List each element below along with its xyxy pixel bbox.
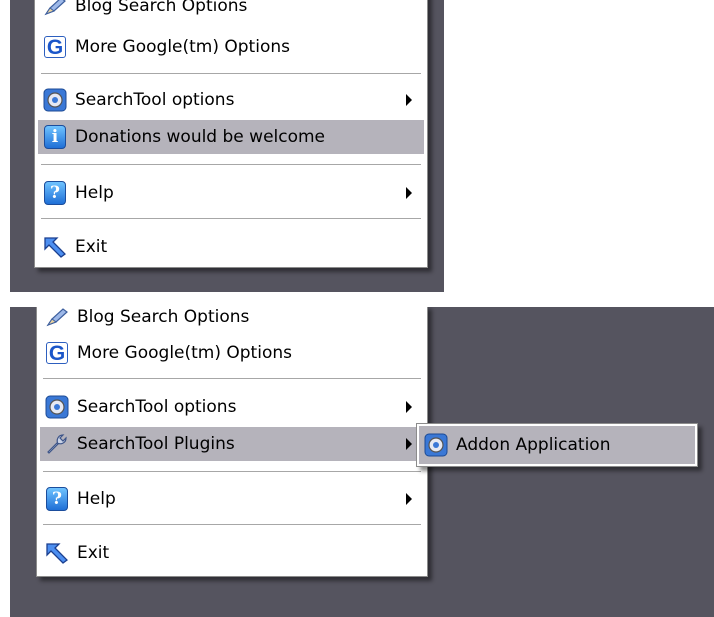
submenu-arrow-icon (406, 401, 412, 413)
exit-arrow-icon (42, 234, 68, 260)
menu-item-blog-search-options[interactable]: Blog Search Options (38, 0, 424, 23)
menu-item-label: SearchTool options (77, 396, 237, 417)
menu-item-searchtool-options[interactable]: SearchTool options (38, 83, 424, 117)
menu-item-searchtool-options[interactable]: SearchTool options (40, 390, 424, 424)
menu-separator (43, 378, 421, 380)
google-icon: G (42, 34, 68, 60)
google-glyph: G (44, 36, 66, 58)
menu-item-label: Addon Application (456, 434, 611, 455)
help-glyph: ? (44, 181, 66, 205)
help-icon: ? (44, 486, 70, 512)
menu-separator (43, 471, 421, 473)
menu-separator (43, 524, 421, 526)
exit-arrow-icon (44, 540, 70, 566)
menu-item-donations[interactable]: i Donations would be welcome (38, 120, 424, 154)
menu-separator (41, 73, 421, 75)
menu-item-help[interactable]: ? Help (40, 482, 424, 516)
gear-icon (42, 87, 68, 113)
google-glyph: G (46, 342, 68, 364)
menu-item-label: Blog Search Options (77, 307, 250, 327)
menu-item-label: Help (75, 182, 114, 203)
menu-item-label: Exit (77, 542, 110, 563)
menu-item-label: Exit (75, 236, 108, 257)
submenu-arrow-icon (406, 94, 412, 106)
plugins-submenu: Addon Application (416, 423, 698, 467)
menu-item-exit[interactable]: Exit (38, 230, 424, 264)
pencil-icon (44, 307, 70, 330)
screenshot-bottom: Blog Search Options G More Google(tm) Op… (10, 307, 714, 617)
gear-icon (44, 394, 70, 420)
screenshot-top: Blog Search Options G More Google(tm) Op… (10, 0, 444, 292)
pencil-icon (42, 0, 68, 19)
help-icon: ? (42, 180, 68, 206)
menu-item-searchtool-plugins[interactable]: SearchTool Plugins (40, 427, 424, 461)
menu-separator (41, 164, 421, 166)
tray-context-menu: Blog Search Options G More Google(tm) Op… (34, 0, 428, 268)
menu-item-more-google-options[interactable]: G More Google(tm) Options (38, 30, 424, 64)
info-glyph: i (44, 125, 66, 149)
menu-item-label: More Google(tm) Options (77, 342, 292, 363)
menu-item-label: Help (77, 488, 116, 509)
help-glyph: ? (46, 487, 68, 511)
menu-item-blog-search-options[interactable]: Blog Search Options (40, 307, 424, 334)
menu-item-label: Blog Search Options (75, 0, 248, 16)
menu-item-label: Donations would be welcome (75, 126, 326, 147)
menu-item-help[interactable]: ? Help (38, 176, 424, 210)
menu-item-label: SearchTool Plugins (77, 433, 235, 454)
menu-item-exit[interactable]: Exit (40, 536, 424, 570)
submenu-item-addon-application[interactable]: Addon Application (419, 426, 695, 464)
submenu-arrow-icon (406, 493, 412, 505)
wrench-icon (44, 431, 70, 457)
info-icon: i (42, 124, 68, 150)
tray-context-menu: Blog Search Options G More Google(tm) Op… (36, 307, 428, 577)
menu-item-more-google-options[interactable]: G More Google(tm) Options (40, 336, 424, 370)
google-icon: G (44, 340, 70, 366)
menu-item-label: More Google(tm) Options (75, 36, 290, 57)
submenu-arrow-icon (406, 187, 412, 199)
menu-separator (41, 218, 421, 220)
gear-icon (423, 432, 449, 458)
submenu-arrow-icon (406, 438, 412, 450)
menu-item-label: SearchTool options (75, 89, 235, 110)
